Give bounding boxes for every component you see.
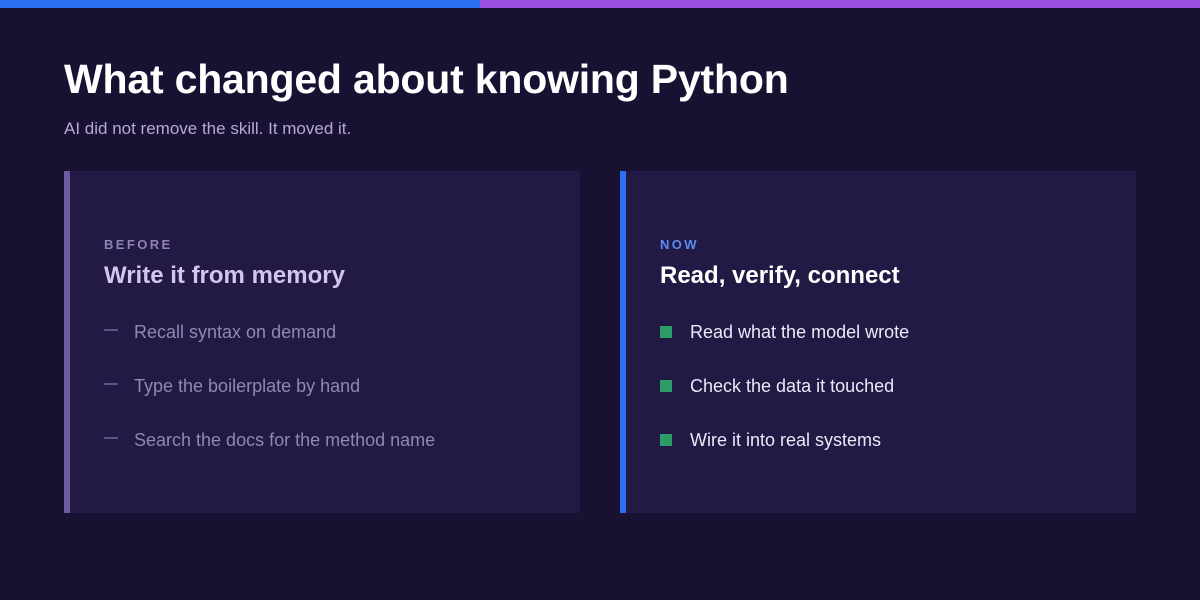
square-icon [660,326,672,338]
top-accent-bar [0,0,1200,8]
dash-icon [104,329,118,331]
now-list-item: Read what the model wrote [660,319,909,373]
before-item-label: Search the docs for the method name [134,430,436,450]
before-list: Recall syntax on demand Type the boilerp… [104,319,435,481]
before-kicker: BEFORE [104,237,173,252]
now-item-label: Wire it into real systems [690,430,882,450]
now-item-label: Check the data it touched [690,376,895,396]
before-list-item: Type the boilerplate by hand [104,373,435,427]
now-card: NOW Read, verify, connect Read what the … [620,171,1136,513]
now-item-label: Read what the model wrote [690,322,910,342]
square-icon [660,434,672,446]
now-list-item: Check the data it touched [660,373,909,427]
before-item-label: Recall syntax on demand [134,322,337,342]
before-list-item: Recall syntax on demand [104,319,435,373]
dash-icon [104,383,118,385]
accent-bar-blue [0,0,480,8]
now-kicker: NOW [660,237,699,252]
dash-icon [104,437,118,439]
before-item-label: Type the boilerplate by hand [134,376,361,396]
now-list-item: Wire it into real systems [660,427,909,481]
page-subtitle: AI did not remove the skill. It moved it… [64,119,352,138]
now-heading: Read, verify, connect [660,262,900,289]
before-heading: Write it from memory [104,262,345,289]
now-list: Read what the model wrote Check the data… [660,319,909,481]
accent-bar-purple [480,0,1200,8]
before-card: BEFORE Write it from memory Recall synta… [64,171,580,513]
page-title: What changed about knowing Python [64,56,789,102]
square-icon [660,380,672,392]
before-list-item: Search the docs for the method name [104,427,435,481]
